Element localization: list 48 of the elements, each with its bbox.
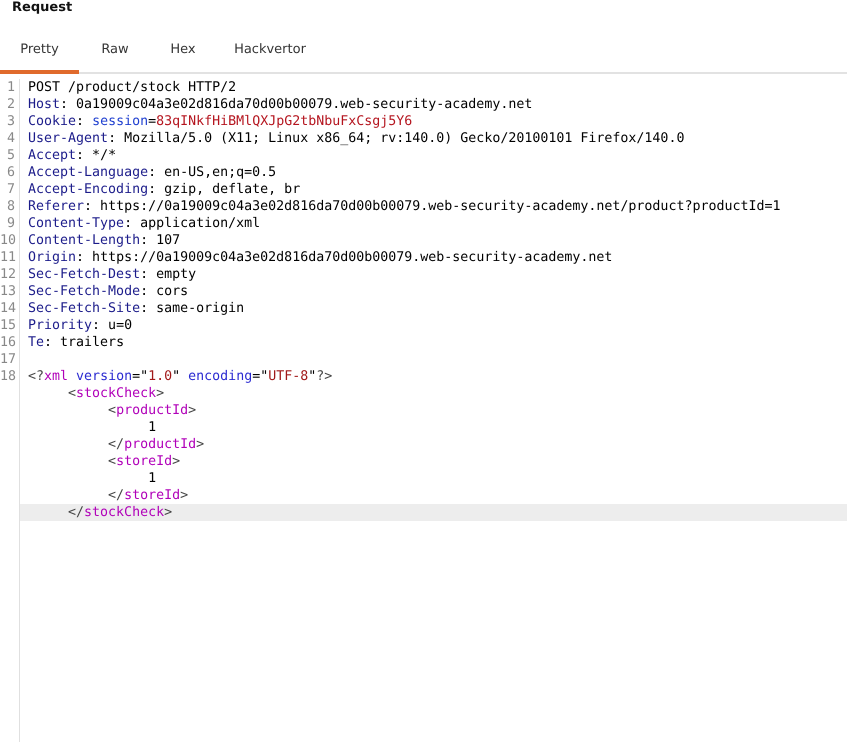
code-line: Origin: https://0a19009c04a3e02d816da70d00b00079.web-security-academy.net <box>28 250 612 265</box>
line-number: 17 <box>0 351 20 368</box>
code-line: 1 <box>148 420 156 435</box>
line-number: 3 <box>0 113 20 130</box>
line-number: 18 <box>0 368 20 385</box>
code-line: 1 <box>148 471 156 486</box>
code-line: Accept: */* <box>28 148 116 163</box>
line-number: 6 <box>0 164 20 181</box>
line-number: 9 <box>0 215 20 232</box>
tab[interactable]: Raw <box>79 28 151 74</box>
code-line: </stockCheck> <box>68 505 172 520</box>
code-line: Sec-Fetch-Mode: cors <box>28 284 188 299</box>
line-number: 7 <box>0 181 20 198</box>
line-number: 15 <box>0 317 20 334</box>
code-line: Cookie: session=83qINkfHiBMlQXJpG2tbNbuFxCsgj5Y6 <box>28 114 412 129</box>
code-line: <storeId> <box>108 454 180 469</box>
line-number: 2 <box>0 96 20 113</box>
code-line: </productId> <box>108 437 204 452</box>
line-number: 13 <box>0 283 20 300</box>
line-number: 1 <box>0 79 20 96</box>
code-line: Sec-Fetch-Site: same-origin <box>28 301 244 316</box>
line-number: 5 <box>0 147 20 164</box>
code-line: Sec-Fetch-Dest: empty <box>28 267 196 282</box>
code-line: <productId> <box>108 403 196 418</box>
line-number: 8 <box>0 198 20 215</box>
line-number: 12 <box>0 266 20 283</box>
line-number: 11 <box>0 249 20 266</box>
code-line: <stockCheck> <box>68 386 164 401</box>
code-line: Te: trailers <box>28 335 124 350</box>
line-number: 16 <box>0 334 20 351</box>
line-number: 14 <box>0 300 20 317</box>
tab[interactable]: Hackvertor <box>215 28 325 74</box>
line-number: 10 <box>0 232 20 249</box>
code-line: Priority: u=0 <box>28 318 132 333</box>
code-line: <?xml version="1.0" encoding="UTF-8"?> <box>28 369 332 384</box>
line-number: 4 <box>0 130 20 147</box>
code-line: </storeId> <box>108 488 188 503</box>
tab[interactable]: Pretty <box>0 28 79 74</box>
code-line: Host: 0a19009c04a3e02d816da70d00b00079.web-security-academy.net <box>28 97 532 112</box>
code-line: Content-Type: application/xml <box>28 216 260 231</box>
code-line: Accept-Language: en-US,en;q=0.5 <box>28 165 276 180</box>
code-line: Accept-Encoding: gzip, deflate, br <box>28 182 300 197</box>
panel-title: Request <box>11 0 72 17</box>
code-line: Content-Length: 107 <box>28 233 180 248</box>
code-line: POST /product/stock HTTP/2 <box>28 80 236 95</box>
code-line: Referer: https://0a19009c04a3e02d816da70d00b00079.web-security-academy.net/product?productId=1 <box>28 199 781 214</box>
tab[interactable]: Hex <box>151 28 215 74</box>
code-line: User-Agent: Mozilla/5.0 (X11; Linux x86_64; rv:140.0) Gecko/20100101 Firefox/140.0 <box>28 131 684 146</box>
